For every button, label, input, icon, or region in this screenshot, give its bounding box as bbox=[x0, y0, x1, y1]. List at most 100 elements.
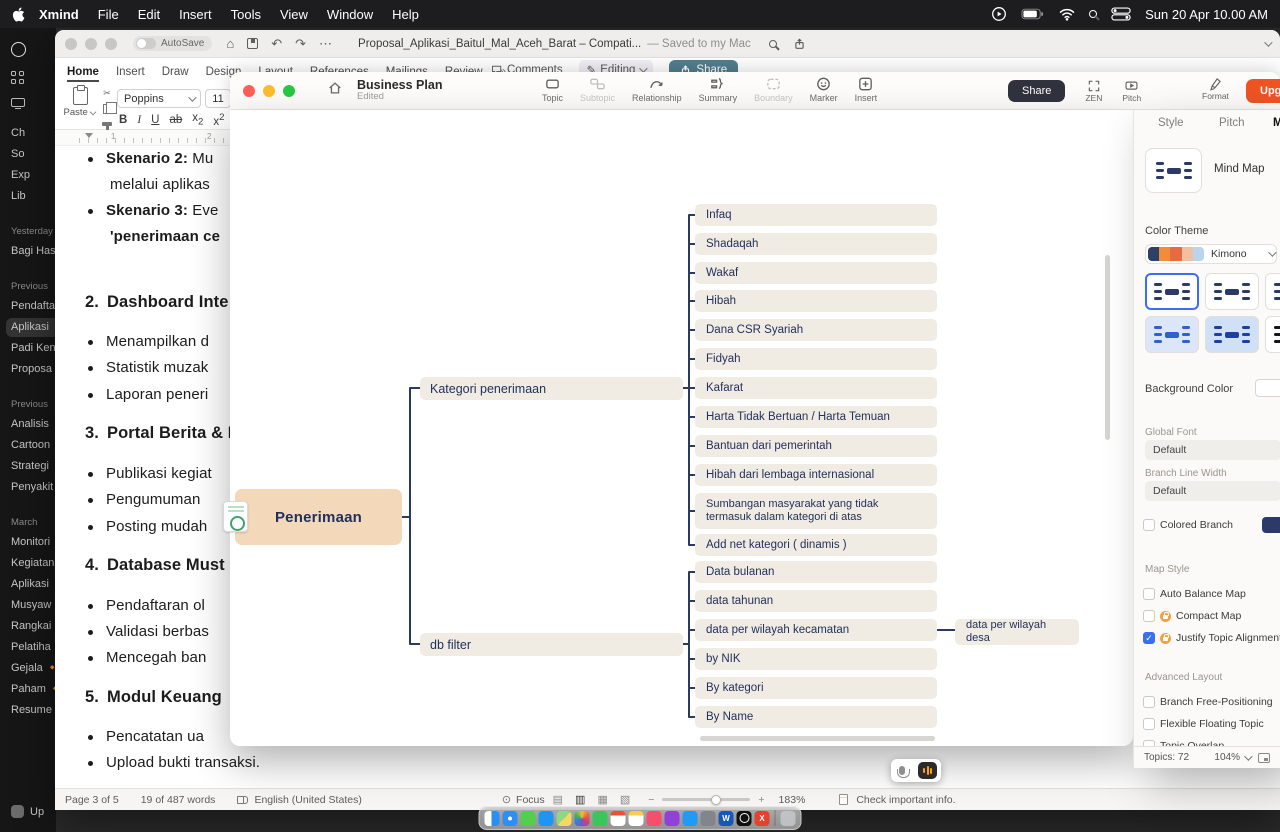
topic-node[interactable]: Shadaqah bbox=[695, 233, 937, 255]
colored-branch-row[interactable]: Colored Branch bbox=[1143, 517, 1233, 533]
ribbon-collapse-icon[interactable] bbox=[1264, 38, 1272, 46]
minimize-button[interactable] bbox=[263, 85, 275, 97]
tab-insert[interactable]: Insert bbox=[116, 66, 145, 82]
branch-node[interactable]: Kategori penerimaan bbox=[420, 377, 683, 400]
maps-dock-icon[interactable] bbox=[557, 811, 572, 826]
chat-history-item[interactable]: Pendafta bbox=[11, 296, 56, 317]
theme-thumbnail[interactable] bbox=[1265, 273, 1280, 310]
option-auto-balance-map[interactable]: Auto Balance Map bbox=[1143, 586, 1246, 602]
apps-grid-icon[interactable] bbox=[11, 71, 24, 84]
subtopic-tool[interactable]: Subtopic bbox=[580, 75, 615, 103]
topic-node[interactable]: Bantuan dari pemerintah bbox=[695, 435, 937, 457]
close-button[interactable] bbox=[65, 38, 77, 50]
share-icon[interactable] bbox=[793, 37, 806, 51]
upgrade-button[interactable]: Upgrade bbox=[1246, 79, 1280, 103]
wifi-icon[interactable] bbox=[1059, 8, 1075, 21]
chat-history-item[interactable]: Analisis bbox=[11, 414, 56, 435]
apple-menu[interactable] bbox=[12, 7, 25, 22]
overview-icon[interactable] bbox=[1258, 753, 1270, 763]
chat-history-item[interactable]: Aplikasi bbox=[11, 574, 56, 595]
topic-node[interactable]: Data bulanan bbox=[695, 561, 937, 583]
app-menu[interactable]: Xmind bbox=[39, 7, 79, 22]
chat-history-item[interactable]: Bagi Has bbox=[11, 241, 56, 262]
canvas-zoom-select[interactable]: 104% bbox=[1214, 752, 1250, 763]
topic-node[interactable]: Kafarat bbox=[695, 377, 937, 399]
more-icon[interactable]: ⋯ bbox=[319, 36, 332, 52]
zoom-in-button[interactable]: + bbox=[758, 794, 764, 806]
menu-tools[interactable]: Tools bbox=[231, 7, 261, 22]
option-justify-topic-alignment[interactable]: ✓Justify Topic Alignment bbox=[1143, 630, 1280, 646]
language-indicator[interactable]: English (United States) bbox=[254, 794, 361, 806]
save-icon[interactable] bbox=[247, 38, 258, 49]
sidebar-nav-item[interactable]: So bbox=[11, 144, 56, 165]
root-topic-node[interactable]: Penerimaan bbox=[235, 489, 402, 545]
safari-dock-icon[interactable] bbox=[503, 811, 518, 826]
option-branch-free-positioning[interactable]: Branch Free-Positioning bbox=[1143, 694, 1273, 710]
chat-history-item[interactable]: Padi Ken bbox=[11, 338, 56, 359]
theme-thumbnail[interactable] bbox=[1145, 273, 1199, 310]
view-web-layout-icon[interactable]: ▦ bbox=[597, 793, 607, 806]
facetime-dock-icon[interactable] bbox=[593, 811, 608, 826]
zoom-slider[interactable] bbox=[662, 798, 750, 801]
important-notice[interactable]: Check important info. bbox=[839, 794, 955, 806]
horizontal-scrollbar[interactable] bbox=[700, 736, 935, 741]
menu-help[interactable]: Help bbox=[392, 7, 419, 22]
messages-dock-icon[interactable] bbox=[521, 811, 536, 826]
checkbox-icon[interactable] bbox=[1143, 588, 1155, 600]
trash-dock-icon[interactable] bbox=[781, 811, 796, 826]
page-indicator[interactable]: Page 3 of 5 bbox=[65, 794, 119, 806]
checkbox-icon[interactable] bbox=[1143, 696, 1155, 708]
pitch-button[interactable]: Pitch bbox=[1122, 79, 1141, 103]
zoom-percent[interactable]: 183% bbox=[779, 794, 806, 806]
topic-node[interactable]: By Name bbox=[695, 706, 937, 728]
topic-node[interactable]: Infaq bbox=[695, 204, 937, 226]
home-icon[interactable] bbox=[327, 80, 343, 101]
sidebar-bottom-item[interactable]: Up bbox=[11, 805, 44, 818]
option-compact-map[interactable]: Compact Map bbox=[1143, 608, 1241, 624]
share-button[interactable]: Share bbox=[1008, 80, 1065, 102]
color-theme-select[interactable]: Kimono bbox=[1145, 244, 1277, 264]
checkbox-icon[interactable]: ✓ bbox=[1143, 632, 1155, 644]
copy-icon[interactable] bbox=[103, 104, 112, 114]
theme-thumbnail[interactable] bbox=[1205, 273, 1259, 310]
font-family-select[interactable]: Poppins bbox=[117, 89, 201, 108]
minimize-button[interactable] bbox=[85, 38, 97, 50]
chatgpt-dock-icon[interactable] bbox=[737, 811, 752, 826]
focus-button[interactable]: ⊙ Focus bbox=[502, 793, 545, 806]
topic-node[interactable]: Sumbangan masyarakat yang tidak termasuk… bbox=[695, 493, 937, 529]
topic-node[interactable]: data tahunan bbox=[695, 590, 937, 612]
topic-node[interactable]: data per wilayah kecamatan bbox=[695, 619, 937, 641]
chatgpt-logo-icon[interactable] bbox=[11, 42, 26, 57]
panel-tab-map[interactable]: Map bbox=[1273, 117, 1280, 129]
panel-tab-style[interactable]: Style bbox=[1158, 117, 1184, 129]
appstore-dock-icon[interactable] bbox=[683, 811, 698, 826]
sidebar-nav-item[interactable]: Lib bbox=[11, 186, 56, 207]
undo-icon[interactable]: ↶ bbox=[271, 36, 282, 52]
topic-node[interactable]: by NIK bbox=[695, 648, 937, 670]
chat-history-item[interactable]: Monitori bbox=[11, 532, 56, 553]
bold-button[interactable]: B bbox=[119, 114, 127, 126]
theme-thumbnail[interactable] bbox=[1145, 316, 1199, 353]
branch-color-swatch[interactable] bbox=[1262, 517, 1280, 533]
spotlight-icon[interactable] bbox=[1089, 10, 1097, 18]
topic-node[interactable]: Dana CSR Syariah bbox=[695, 319, 937, 341]
branch-node[interactable]: db filter bbox=[420, 633, 683, 656]
sidebar-nav-item[interactable]: Exp bbox=[11, 165, 56, 186]
theme-thumbnail[interactable] bbox=[1205, 316, 1259, 353]
tab-draw[interactable]: Draw bbox=[162, 66, 189, 82]
subscript-button[interactable]: x2 bbox=[192, 112, 203, 127]
search-icon[interactable] bbox=[769, 40, 777, 48]
redo-icon[interactable]: ↷ bbox=[295, 36, 306, 52]
menu-insert[interactable]: Insert bbox=[179, 7, 212, 22]
marker-tool[interactable]: Marker bbox=[810, 75, 838, 103]
branch-line-width-select[interactable]: Default bbox=[1145, 481, 1280, 501]
photos-dock-icon[interactable] bbox=[575, 811, 590, 826]
background-color-swatch[interactable] bbox=[1255, 379, 1280, 397]
boundary-tool[interactable]: Boundary bbox=[754, 75, 793, 103]
topic-node[interactable]: Harta Tidak Bertuan / Harta Temuan bbox=[695, 406, 937, 428]
menu-edit[interactable]: Edit bbox=[138, 7, 160, 22]
zoom-button[interactable] bbox=[105, 38, 117, 50]
home-icon[interactable]: ⌂ bbox=[226, 36, 234, 51]
sora-icon[interactable] bbox=[11, 98, 25, 107]
topic-node[interactable]: Hibah dari lembaga internasional bbox=[695, 464, 937, 486]
